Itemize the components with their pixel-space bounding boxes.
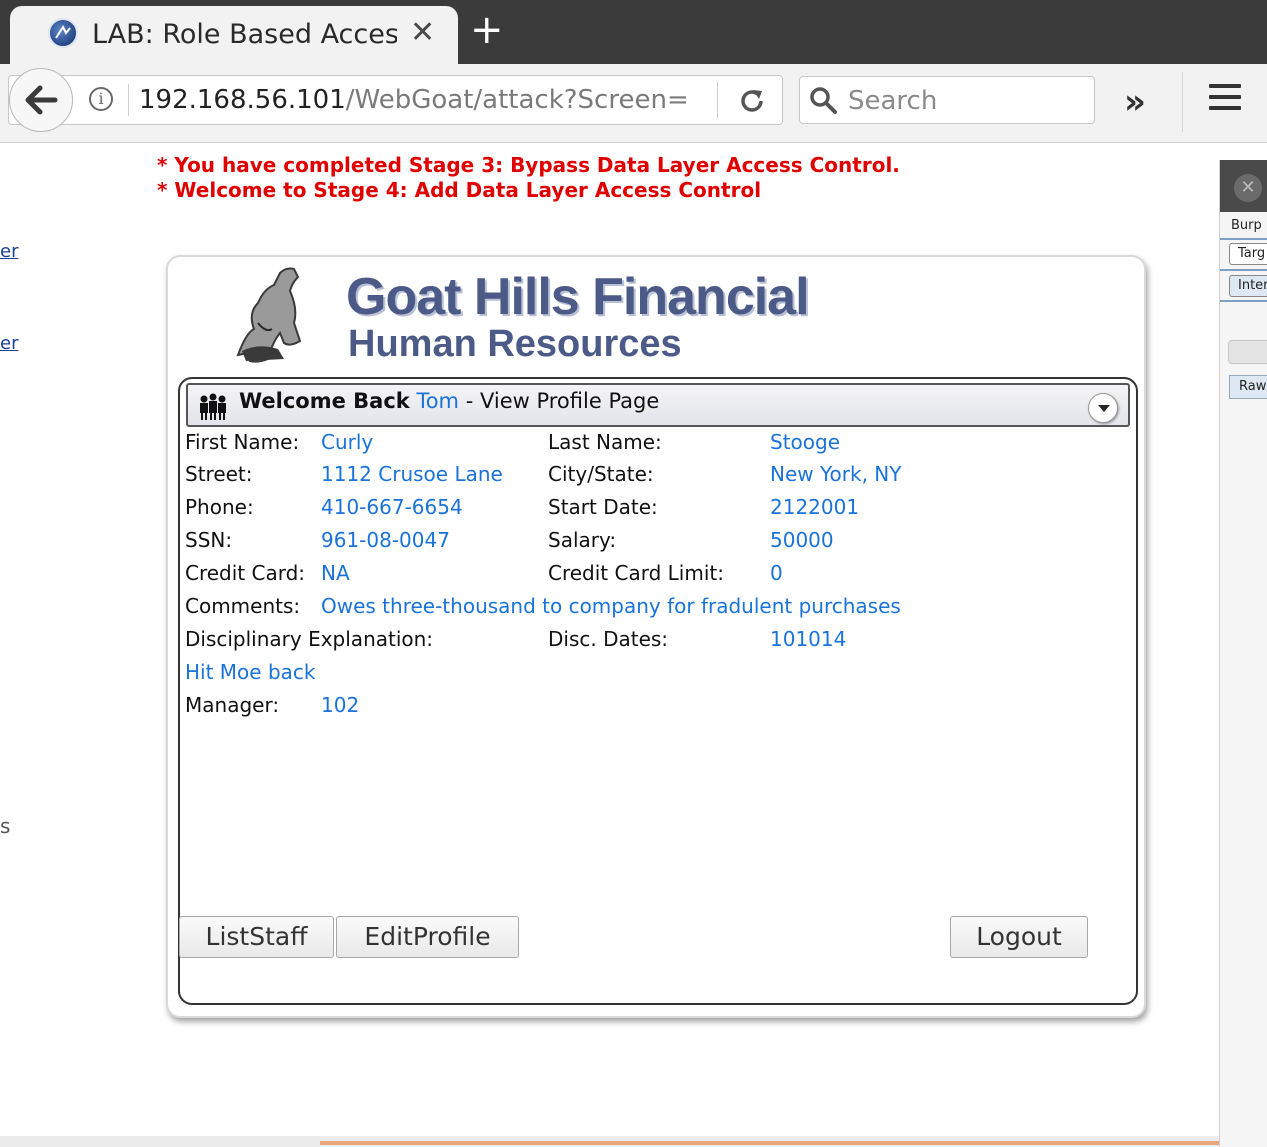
ssn-label: SSN: (185, 528, 233, 552)
left-nav-link-1[interactable]: er (0, 241, 18, 262)
edit-profile-button[interactable]: EditProfile (336, 916, 519, 958)
stage-completed-message: * You have completed Stage 3: Bypass Dat… (157, 153, 900, 177)
list-staff-button[interactable]: ListStaff (179, 916, 334, 958)
navigation-toolbar: i 192.168.56.101/WebGoat/attack?Screen=6… (0, 64, 1267, 143)
toolbar-separator (1182, 72, 1183, 132)
burp-forward-button[interactable]: F (1228, 340, 1267, 364)
start-date-label: Start Date: (548, 495, 658, 519)
credit-card-value: NA (321, 561, 350, 585)
manager-value: 102 (321, 693, 360, 717)
city-state-label: City/State: (548, 462, 654, 486)
first-name-label: First Name: (185, 430, 300, 454)
disciplinary-explanation-value: Hit Moe back (185, 660, 316, 684)
info-icon[interactable]: i (89, 87, 113, 111)
back-button[interactable] (9, 68, 73, 132)
ssn-value: 961-08-0047 (321, 528, 450, 552)
url-host: 192.168.56.101 (139, 85, 346, 115)
hamburger-menu-icon[interactable] (1209, 84, 1241, 114)
brand-subtitle: Human Resources (348, 323, 682, 365)
browser-tab-active[interactable]: LAB: Role Based Access Control ✕ (10, 6, 458, 64)
reload-icon[interactable] (737, 86, 767, 116)
burp-tab-target[interactable]: Targ (1229, 243, 1267, 265)
street-label: Street: (185, 462, 253, 486)
salary-label: Salary: (548, 528, 617, 552)
burp-divider-1 (1220, 238, 1267, 240)
app-favicon (48, 18, 78, 48)
overflow-chevron-icon[interactable]: » (1124, 82, 1146, 122)
browser-tab-strip: LAB: Role Based Access Control ✕ + (0, 0, 1267, 64)
disc-dates-value: 101014 (770, 627, 847, 651)
credit-limit-value: 0 (770, 561, 783, 585)
left-nav-text: s (0, 814, 11, 838)
burp-divider-3 (1220, 300, 1267, 302)
burp-side-panel: ✕ Burp Targ Inter F Raw (1219, 160, 1267, 1147)
collapse-chevron-icon[interactable] (1088, 393, 1118, 423)
disc-dates-label: Disc. Dates: (548, 627, 669, 651)
comments-value: Owes three-thousand to company for fradu… (321, 594, 901, 618)
credit-card-label: Credit Card: (185, 561, 306, 585)
tab-title: LAB: Role Based Access Control (92, 19, 397, 50)
address-bar[interactable]: i 192.168.56.101/WebGoat/attack?Screen=6 (8, 68, 783, 132)
phone-value: 410-667-6654 (321, 495, 463, 519)
start-date-value: 2122001 (770, 495, 860, 519)
url-text[interactable]: 192.168.56.101/WebGoat/attack?Screen=6 (139, 85, 687, 115)
logout-button[interactable]: Logout (950, 916, 1088, 958)
phone-label: Phone: (185, 495, 254, 519)
credit-limit-label: Credit Card Limit: (548, 561, 724, 585)
people-icon (200, 393, 226, 420)
stage-messages: * You have completed Stage 3: Bypass Dat… (157, 153, 900, 203)
salary-value: 50000 (770, 528, 834, 552)
welcome-user: Tom (416, 389, 460, 413)
bottom-accent-line (320, 1141, 1219, 1145)
brand-title: Goat Hills Financial (346, 268, 810, 326)
disciplinary-explanation-label: Disciplinary Explanation: (185, 627, 434, 651)
last-name-value: Stooge (770, 430, 841, 454)
hr-app-card: Goat Hills Financial Human Resources Wel… (166, 255, 1146, 1018)
first-name-value: Curly (321, 430, 374, 454)
search-input[interactable] (846, 83, 1090, 119)
profile-panel: Welcome Back Tom - View Profile Page Fir… (178, 377, 1138, 1005)
comments-label: Comments: (185, 594, 301, 618)
street-value: 1112 Crusoe Lane (321, 462, 503, 486)
new-tab-button[interactable]: + (470, 8, 504, 52)
welcome-text: Welcome Back Tom - View Profile Page (239, 389, 659, 413)
url-separator-2 (717, 82, 718, 118)
welcome-suffix: - View Profile Page (459, 389, 660, 413)
tab-close-icon[interactable]: ✕ (410, 15, 435, 50)
burp-tab-intercept[interactable]: Inter (1229, 275, 1267, 297)
burp-label: Burp (1231, 218, 1262, 233)
burp-close-icon[interactable]: ✕ (1234, 174, 1262, 202)
burp-tab-raw[interactable]: Raw (1229, 375, 1267, 399)
burp-titlebar: ✕ (1220, 160, 1267, 212)
city-state-value: New York, NY (770, 462, 902, 486)
last-name-label: Last Name: (548, 430, 662, 454)
welcome-prefix: Welcome Back (239, 389, 410, 413)
search-icon (810, 87, 837, 114)
goat-logo (236, 267, 302, 363)
left-nav-link-2[interactable]: er (0, 333, 18, 354)
manager-label: Manager: (185, 693, 280, 717)
welcome-header: Welcome Back Tom - View Profile Page (186, 383, 1130, 427)
back-arrow-icon (25, 85, 58, 115)
stage-welcome-message: * Welcome to Stage 4: Add Data Layer Acc… (157, 178, 762, 202)
url-separator (128, 84, 129, 116)
burp-divider-2 (1220, 269, 1267, 271)
url-path: /WebGoat/attack?Screen=6 (345, 85, 687, 115)
search-bar[interactable] (799, 76, 1095, 124)
